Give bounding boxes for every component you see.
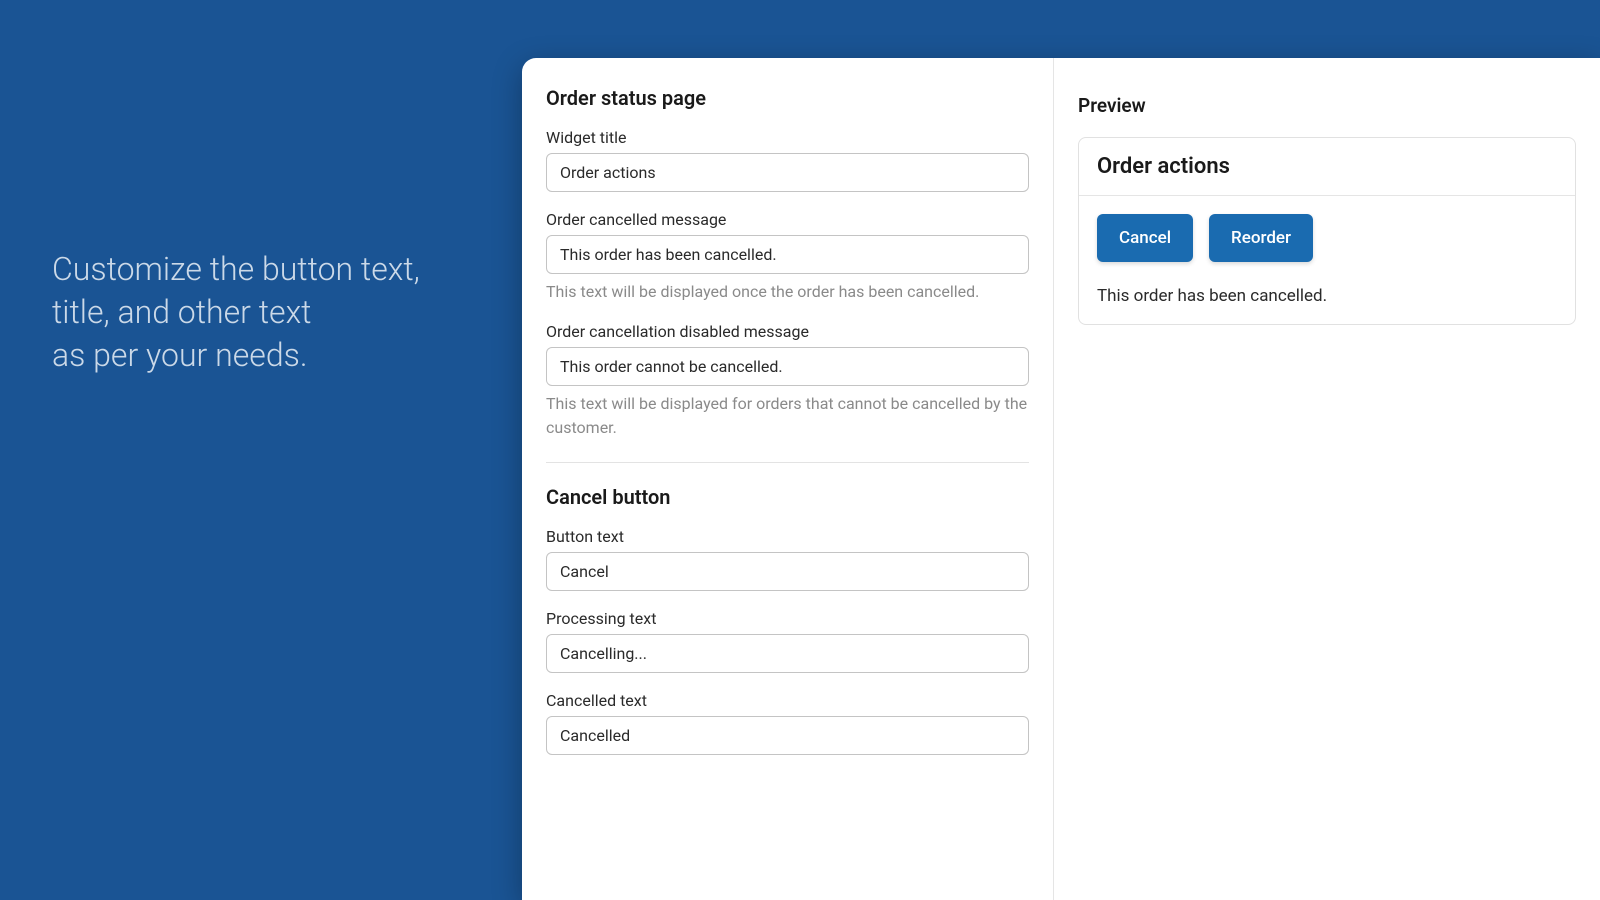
- preview-message: This order has been cancelled.: [1097, 286, 1557, 306]
- preview-column: Preview Order actions Cancel Reorder Thi…: [1054, 58, 1600, 900]
- cancelled-text-input[interactable]: [546, 716, 1029, 755]
- button-text-label: Button text: [546, 527, 1029, 546]
- widget-title-input[interactable]: [546, 153, 1029, 192]
- preview-cancel-button[interactable]: Cancel: [1097, 214, 1193, 262]
- section-order-status-title: Order status page: [546, 86, 1029, 110]
- marketing-line-2: title, and other text: [52, 291, 420, 334]
- preview-card-body: Cancel Reorder This order has been cance…: [1079, 196, 1575, 324]
- cancellation-disabled-message-input[interactable]: [546, 347, 1029, 386]
- field-group-cancellation-disabled-message: Order cancellation disabled message This…: [546, 322, 1029, 440]
- section-cancel-button-title: Cancel button: [546, 485, 1029, 509]
- widget-title-label: Widget title: [546, 128, 1029, 147]
- preview-card-title: Order actions: [1097, 154, 1557, 179]
- field-group-button-text: Button text: [546, 527, 1029, 591]
- field-group-widget-title: Widget title: [546, 128, 1029, 192]
- cancellation-disabled-message-help: This text will be displayed for orders t…: [546, 392, 1029, 440]
- preview-title: Preview: [1078, 94, 1576, 117]
- cancellation-disabled-message-label: Order cancellation disabled message: [546, 322, 1029, 341]
- preview-reorder-button[interactable]: Reorder: [1209, 214, 1313, 262]
- marketing-line-1: Customize the button text,: [52, 248, 420, 291]
- preview-buttons-row: Cancel Reorder: [1097, 214, 1557, 262]
- field-group-processing-text: Processing text: [546, 609, 1029, 673]
- cancelled-text-label: Cancelled text: [546, 691, 1029, 710]
- form-column: Order status page Widget title Order can…: [522, 58, 1054, 900]
- preview-card-header: Order actions: [1079, 138, 1575, 196]
- field-group-cancelled-text: Cancelled text: [546, 691, 1029, 755]
- marketing-copy: Customize the button text, title, and ot…: [52, 248, 420, 378]
- button-text-input[interactable]: [546, 552, 1029, 591]
- marketing-line-3: as per your needs.: [52, 334, 420, 377]
- processing-text-input[interactable]: [546, 634, 1029, 673]
- cancelled-message-label: Order cancelled message: [546, 210, 1029, 229]
- cancelled-message-help: This text will be displayed once the ord…: [546, 280, 1029, 304]
- preview-card: Order actions Cancel Reorder This order …: [1078, 137, 1576, 325]
- field-group-cancelled-message: Order cancelled message This text will b…: [546, 210, 1029, 304]
- section-divider: [546, 462, 1029, 463]
- processing-text-label: Processing text: [546, 609, 1029, 628]
- cancelled-message-input[interactable]: [546, 235, 1029, 274]
- settings-panel: Order status page Widget title Order can…: [522, 58, 1600, 900]
